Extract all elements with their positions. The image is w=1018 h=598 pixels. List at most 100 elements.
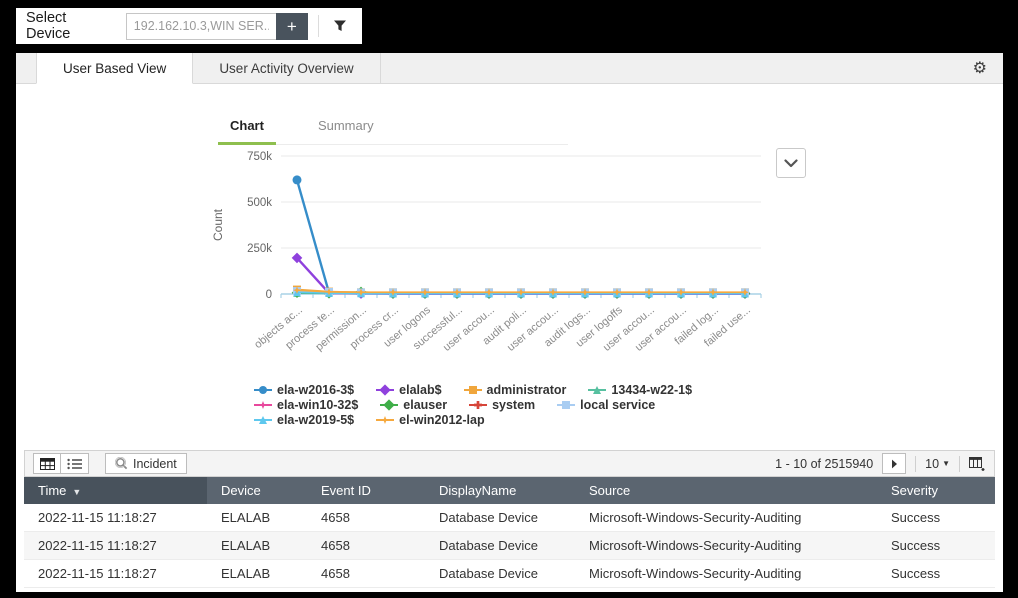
table-cell: Database Device <box>425 504 575 532</box>
legend-label: local service <box>580 398 655 412</box>
tab-user-activity-overview[interactable]: User Activity Overview <box>193 53 380 83</box>
legend-marker-icon <box>469 399 487 411</box>
tab-user-based-view[interactable]: User Based View <box>36 53 193 84</box>
tab-strip: User Based View User Activity Overview ⚙ <box>16 53 1003 84</box>
legend-item[interactable]: ela-w2019-5$ <box>254 413 354 427</box>
legend-item[interactable]: 13434-w22-1$ <box>588 383 692 397</box>
table-cell: ELALAB <box>207 560 307 588</box>
table-cell: 4658 <box>307 560 425 588</box>
legend-item[interactable]: ela-win10-32$ <box>254 398 358 412</box>
settings-button[interactable]: ⚙ <box>973 58 987 78</box>
table-cell: Success <box>877 532 995 560</box>
list-view-button[interactable] <box>61 453 89 474</box>
table-cell: Database Device <box>425 532 575 560</box>
legend-label: elauser <box>403 398 447 412</box>
add-column-icon <box>969 457 986 471</box>
pagination-range: 1 - 10 of 2515940 <box>775 457 873 471</box>
add-column-button[interactable] <box>969 457 986 471</box>
table-cell: Microsoft-Windows-Security-Auditing <box>575 504 877 532</box>
table-toolbar: Incident 1 - 10 of 2515940 10 ▼ <box>24 450 995 477</box>
column-header-event-id[interactable]: Event ID <box>307 477 425 504</box>
legend-item[interactable]: elauser <box>380 398 447 412</box>
legend-label: system <box>492 398 535 412</box>
table-row[interactable]: 2022-11-15 11:18:27ELALAB4658Database De… <box>24 504 995 532</box>
data-point[interactable] <box>293 175 302 184</box>
chart-legend: ela-w2016-3$ elalab$ administrator 13434-w2… <box>254 383 692 428</box>
chevron-right-icon <box>891 459 898 469</box>
legend-marker-icon <box>376 414 394 426</box>
main-panel: User Based View User Activity Overview ⚙… <box>16 53 1003 592</box>
legend-marker-icon <box>588 384 606 396</box>
legend-item[interactable]: el-win2012-lap <box>376 413 484 427</box>
column-header-time[interactable]: Time▼ <box>24 477 207 504</box>
table-cell: Success <box>877 504 995 532</box>
legend-marker-icon <box>557 399 575 411</box>
gear-icon: ⚙ <box>973 60 987 77</box>
legend-marker-icon <box>254 384 272 396</box>
legend-marker-icon <box>464 384 482 396</box>
legend-item[interactable]: local service <box>557 398 655 412</box>
table-cell: Database Device <box>425 560 575 588</box>
legend-row: ela-w2019-5$ el-win2012-lap <box>254 413 692 427</box>
table-cell: Microsoft-Windows-Security-Auditing <box>575 560 877 588</box>
legend-label: administrator <box>487 383 567 397</box>
legend-marker-icon <box>380 399 398 411</box>
next-page-button[interactable] <box>882 453 906 474</box>
page-size-value: 10 <box>925 457 939 471</box>
table-cell: 2022-11-15 11:18:27 <box>24 532 207 560</box>
y-tick-label: 750k <box>247 151 272 163</box>
table-body: 2022-11-15 11:18:27ELALAB4658Database De… <box>24 504 995 588</box>
incident-label: Incident <box>133 457 177 471</box>
events-table: Time▼DeviceEvent IDDisplayNameSourceSeve… <box>24 477 995 588</box>
sort-desc-icon: ▼ <box>72 487 81 497</box>
y-tick-label: 250k <box>247 243 272 255</box>
table-cell: 4658 <box>307 532 425 560</box>
grid-view-button[interactable] <box>33 453 61 474</box>
incident-search-icon <box>115 457 128 470</box>
legend-marker-icon <box>376 384 394 396</box>
divider <box>959 456 960 472</box>
line-chart[interactable]: 750k500k250k0Countobjects ac...process t… <box>206 138 786 383</box>
column-header-displayname[interactable]: DisplayName <box>425 477 575 504</box>
list-icon <box>67 458 82 470</box>
add-device-button[interactable]: + <box>276 13 308 40</box>
table-cell: Success <box>877 560 995 588</box>
table-grid-icon <box>40 458 55 470</box>
table-header: Time▼DeviceEvent IDDisplayNameSourceSeve… <box>24 477 995 504</box>
legend-label: ela-win10-32$ <box>277 398 358 412</box>
table-cell: 2022-11-15 11:18:27 <box>24 560 207 588</box>
device-selection-bar: Select Device + <box>16 8 362 44</box>
legend-item[interactable]: elalab$ <box>376 383 441 397</box>
device-input[interactable] <box>126 13 276 40</box>
y-tick-label: 0 <box>266 289 272 301</box>
table-cell: 2022-11-15 11:18:27 <box>24 504 207 532</box>
legend-label: el-win2012-lap <box>399 413 484 427</box>
funnel-icon <box>333 19 347 33</box>
divider <box>318 15 319 37</box>
table-row[interactable]: 2022-11-15 11:18:27ELALAB4658Database De… <box>24 560 995 588</box>
table-row[interactable]: 2022-11-15 11:18:27ELALAB4658Database De… <box>24 532 995 560</box>
column-header-device[interactable]: Device <box>207 477 307 504</box>
divider <box>915 456 916 472</box>
legend-marker-icon <box>254 399 272 411</box>
column-header-source[interactable]: Source <box>575 477 877 504</box>
table-cell: Microsoft-Windows-Security-Auditing <box>575 532 877 560</box>
table-cell: ELALAB <box>207 532 307 560</box>
legend-item[interactable]: system <box>469 398 535 412</box>
filter-button[interactable] <box>329 14 352 38</box>
legend-marker-icon <box>254 414 272 426</box>
chevron-down-icon <box>784 159 798 168</box>
caret-down-icon: ▼ <box>942 459 950 468</box>
legend-item[interactable]: ela-w2016-3$ <box>254 383 354 397</box>
series-line <box>297 180 745 294</box>
pagination: 1 - 10 of 2515940 10 ▼ <box>775 453 986 474</box>
select-device-label: Select Device <box>26 10 112 42</box>
legend-label: elalab$ <box>399 383 441 397</box>
page-size-dropdown[interactable]: 10 ▼ <box>925 457 950 471</box>
legend-item[interactable]: administrator <box>464 383 567 397</box>
legend-row: ela-w2016-3$ elalab$ administrator 13434-w2… <box>254 383 692 397</box>
y-axis-title: Count <box>211 208 225 241</box>
incident-button[interactable]: Incident <box>105 453 187 474</box>
column-header-severity[interactable]: Severity <box>877 477 995 504</box>
legend-label: ela-w2019-5$ <box>277 413 354 427</box>
